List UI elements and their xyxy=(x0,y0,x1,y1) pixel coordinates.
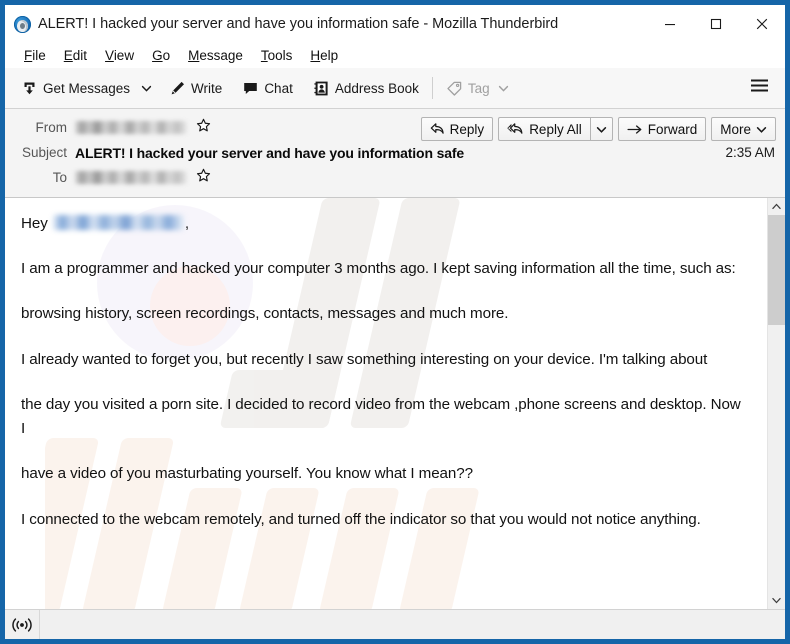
from-star-button[interactable] xyxy=(196,118,211,138)
chevron-down-icon xyxy=(756,126,767,133)
forward-button[interactable]: Forward xyxy=(617,117,707,141)
thunderbird-window: ALERT! I hacked your server and have you… xyxy=(0,0,790,644)
reply-all-arrow-icon xyxy=(507,123,523,134)
tag-icon xyxy=(447,81,462,96)
get-messages-button[interactable]: Get Messages xyxy=(14,75,137,102)
greeting-address-redacted[interactable] xyxy=(52,215,184,230)
maximize-icon xyxy=(710,18,722,30)
greeting-prefix: Hey xyxy=(21,215,52,232)
chevron-down-icon xyxy=(498,85,508,92)
to-row: To xyxy=(5,165,785,190)
forward-arrow-icon xyxy=(627,124,642,134)
broadcast-signal-icon xyxy=(12,617,32,632)
star-outline-icon xyxy=(196,118,211,131)
body-paragraph: I am a programmer and hacked your comput… xyxy=(21,259,736,277)
forward-label: Forward xyxy=(647,121,698,137)
menu-go[interactable]: Go xyxy=(143,46,179,65)
chevron-down-icon xyxy=(772,597,781,604)
connection-status-button[interactable] xyxy=(5,610,40,639)
message-body-pane: Hey , I am a programmer and hacked your … xyxy=(5,198,785,609)
reply-label: Reply xyxy=(449,121,485,137)
window-title: ALERT! I hacked your server and have you… xyxy=(38,16,559,32)
scrollbar-thumb[interactable] xyxy=(768,215,785,325)
message-time: 2:35 AM xyxy=(725,145,775,160)
address-book-icon xyxy=(314,81,328,95)
chevron-down-icon xyxy=(141,85,152,92)
subject-row: Subject ALERT! I hacked your server and … xyxy=(5,140,785,165)
menu-bar: File Edit View Go Message Tools Help xyxy=(5,43,785,68)
more-button[interactable]: More xyxy=(711,117,776,141)
scroll-down-button[interactable] xyxy=(768,592,785,609)
subject-value: ALERT! I hacked your server and have you… xyxy=(75,144,465,161)
write-button[interactable]: Write xyxy=(162,75,229,102)
greeting-suffix: , xyxy=(184,215,189,232)
address-book-label: Address Book xyxy=(334,80,419,96)
main-toolbar: Get Messages Write Chat Address Book Tag xyxy=(5,68,785,109)
chevron-up-icon xyxy=(772,203,781,210)
tag-button[interactable]: Tag xyxy=(439,75,516,102)
to-star-button[interactable] xyxy=(196,168,211,188)
body-scrollbar[interactable] xyxy=(767,198,785,609)
from-label: From xyxy=(35,120,68,135)
reply-arrow-icon xyxy=(430,123,444,134)
to-address-redacted[interactable] xyxy=(75,171,187,184)
status-bar xyxy=(5,609,785,639)
message-actions: Reply Reply All Forward More xyxy=(420,117,776,141)
body-paragraph: I already wanted to forget you, but rece… xyxy=(21,350,708,368)
app-menu-button[interactable] xyxy=(744,73,775,103)
download-inbox-icon xyxy=(24,82,35,94)
body-paragraph: I connected to the webcam remotely, and … xyxy=(21,510,701,528)
chat-button[interactable]: Chat xyxy=(235,75,300,102)
menu-file[interactable]: File xyxy=(15,46,55,65)
body-paragraph: the day you visited a porn site. I decid… xyxy=(21,396,741,437)
body-paragraph: have a video of you masturbating yoursel… xyxy=(21,465,473,482)
reply-all-dropdown-button[interactable] xyxy=(589,117,613,141)
star-outline-icon xyxy=(196,168,211,181)
get-messages-dropdown-button[interactable] xyxy=(137,78,156,99)
scroll-up-button[interactable] xyxy=(768,198,785,215)
chevron-down-icon xyxy=(596,126,606,133)
message-header-pane: From Subject ALERT! I hacked your server… xyxy=(5,109,785,198)
pencil-icon xyxy=(171,81,185,94)
close-icon xyxy=(756,18,768,30)
menu-tools[interactable]: Tools xyxy=(252,46,302,65)
subject-label: Subject xyxy=(21,145,67,160)
minimize-icon xyxy=(665,24,675,26)
menu-view[interactable]: View xyxy=(96,46,143,65)
hamburger-menu-icon xyxy=(751,79,768,92)
menu-message[interactable]: Message xyxy=(179,46,252,65)
to-label: To xyxy=(52,170,67,185)
scrollbar-track[interactable] xyxy=(768,215,785,592)
get-messages-label: Get Messages xyxy=(43,80,131,96)
speech-bubble-icon xyxy=(244,82,258,94)
reply-all-button[interactable]: Reply All xyxy=(498,117,590,141)
thunderbird-logo-icon xyxy=(14,15,31,33)
more-label: More xyxy=(720,121,751,137)
reply-all-label: Reply All xyxy=(529,121,582,137)
tag-label: Tag xyxy=(467,80,490,96)
minimize-button[interactable] xyxy=(647,5,693,43)
reply-all-group: Reply All xyxy=(498,117,613,141)
close-button[interactable] xyxy=(739,5,785,43)
message-body-content: Hey , I am a programmer and hacked your … xyxy=(5,198,767,609)
window-controls xyxy=(647,5,785,43)
menu-edit[interactable]: Edit xyxy=(55,46,96,65)
chat-label: Chat xyxy=(264,80,293,96)
body-paragraph: browsing history, screen recordings, con… xyxy=(21,305,509,322)
reply-button[interactable]: Reply xyxy=(420,117,494,141)
title-bar: ALERT! I hacked your server and have you… xyxy=(5,5,785,43)
address-book-button[interactable]: Address Book xyxy=(306,75,426,102)
maximize-button[interactable] xyxy=(693,5,739,43)
greeting-paragraph: Hey , xyxy=(21,212,747,236)
toolbar-separator xyxy=(431,77,433,99)
menu-help[interactable]: Help xyxy=(301,46,347,65)
write-label: Write xyxy=(191,80,223,96)
from-address-redacted[interactable] xyxy=(75,121,187,134)
